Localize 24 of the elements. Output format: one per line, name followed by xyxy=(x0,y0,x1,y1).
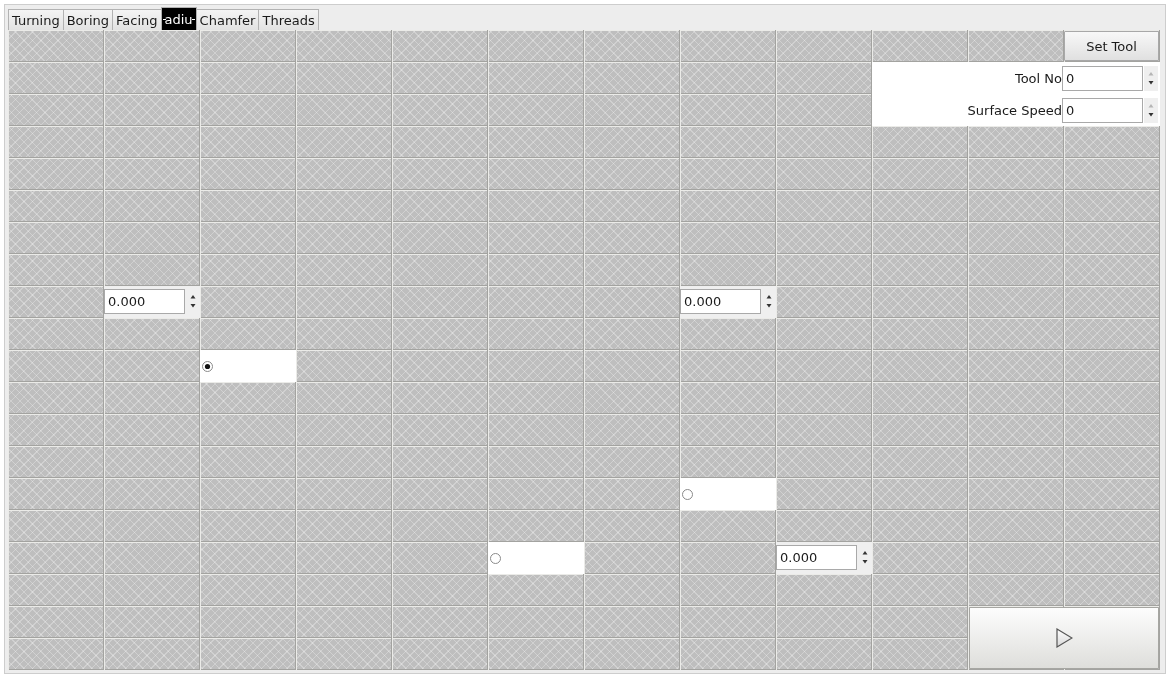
number-field[interactable]: 0.000 xyxy=(680,289,761,314)
radio-icon[interactable] xyxy=(682,488,693,500)
tab[interactable]: Threads xyxy=(258,9,319,30)
play-button[interactable] xyxy=(969,607,1159,669)
tab[interactable]: adiu xyxy=(160,7,197,30)
radio-option[interactable] xyxy=(488,542,584,574)
field-label: Surface Speed xyxy=(967,102,1062,118)
tab[interactable]: Boring xyxy=(62,9,113,30)
field-label: Tool No xyxy=(1014,70,1062,86)
radio-icon[interactable] xyxy=(202,360,213,372)
tab[interactable]: Chamfer xyxy=(195,9,260,30)
number-field[interactable]: 0.000 xyxy=(104,289,185,314)
spin-arrows-icon[interactable] xyxy=(1144,65,1158,91)
tab[interactable]: Facing xyxy=(112,9,162,30)
number-field[interactable]: 0 xyxy=(1062,65,1143,91)
radio-option[interactable] xyxy=(680,478,776,510)
tab[interactable]: Turning xyxy=(8,9,64,30)
radio-option[interactable] xyxy=(200,350,296,382)
number-field[interactable]: 0 xyxy=(1062,97,1143,123)
number-field[interactable]: 0.000 xyxy=(776,545,857,570)
spin-arrows-icon[interactable] xyxy=(1144,97,1158,123)
radio-icon[interactable] xyxy=(490,552,501,564)
play-icon xyxy=(1055,628,1073,648)
set-tool-button[interactable]: Set Tool xyxy=(1064,31,1159,61)
